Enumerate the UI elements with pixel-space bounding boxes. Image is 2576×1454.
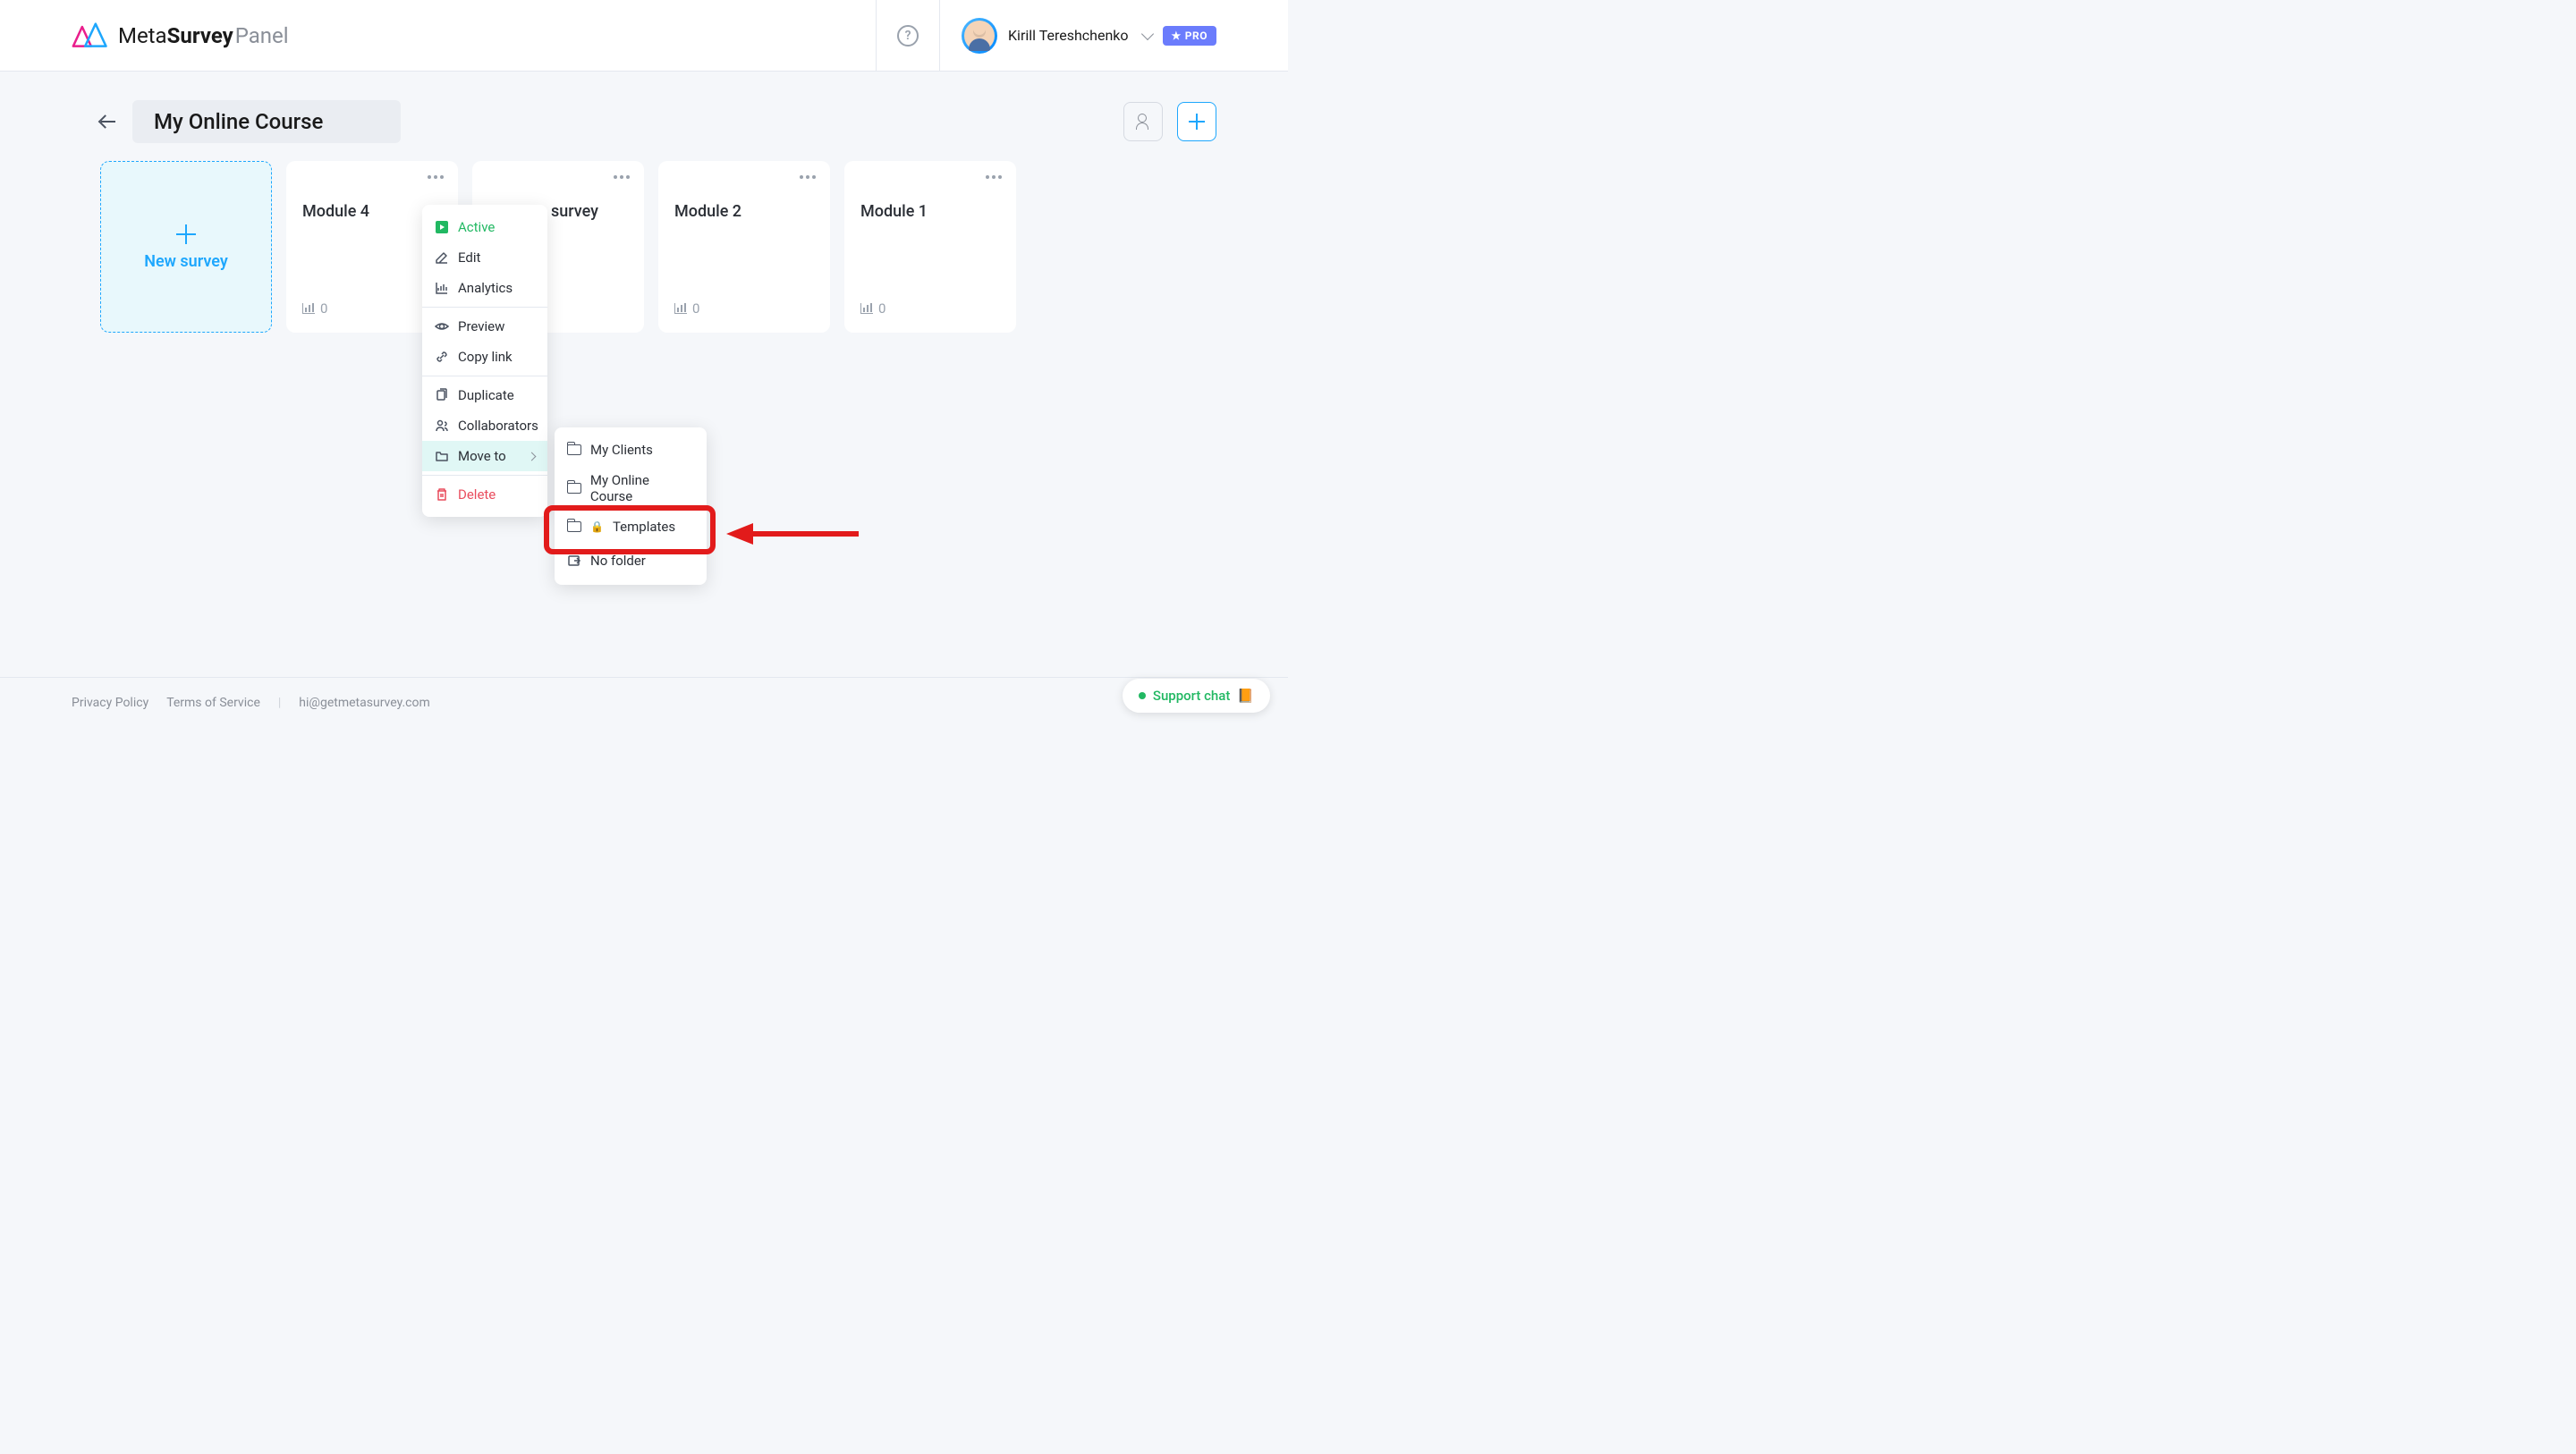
collaborators-button[interactable] bbox=[1123, 102, 1163, 141]
footer-terms[interactable]: Terms of Service bbox=[166, 696, 260, 710]
card-title: Module 4 bbox=[302, 202, 442, 221]
play-icon bbox=[435, 220, 449, 234]
plus-icon bbox=[1189, 114, 1205, 130]
eye-icon bbox=[435, 319, 449, 334]
submenu-folder-my-online-course[interactable]: My Online Course bbox=[555, 465, 707, 511]
menu-active[interactable]: Active bbox=[422, 212, 547, 242]
menu-copy-link[interactable]: Copy link bbox=[422, 342, 547, 372]
plus-icon bbox=[175, 224, 197, 245]
menu-edit[interactable]: Edit bbox=[422, 242, 547, 273]
card-menu-button[interactable] bbox=[800, 175, 816, 179]
footer-separator: | bbox=[278, 696, 281, 710]
link-icon bbox=[435, 350, 449, 364]
card-menu-button[interactable] bbox=[614, 175, 630, 179]
menu-analytics[interactable]: Analytics bbox=[422, 273, 547, 303]
new-survey-label: New survey bbox=[144, 252, 228, 271]
chart-icon bbox=[302, 303, 315, 314]
submenu-folder-my-clients[interactable]: My Clients bbox=[555, 435, 707, 465]
chevron-down-icon bbox=[1140, 27, 1153, 39]
footer-email[interactable]: hi@getmetasurvey.com bbox=[299, 696, 429, 710]
support-chat-button[interactable]: Support chat 📙 bbox=[1123, 679, 1270, 713]
no-folder-icon bbox=[567, 554, 581, 568]
menu-separator bbox=[422, 307, 547, 308]
book-icon: 📙 bbox=[1237, 688, 1254, 704]
move-to-submenu: My Clients My Online Course 🔒 Templates … bbox=[555, 427, 707, 585]
menu-duplicate[interactable]: Duplicate bbox=[422, 380, 547, 410]
toolbar: My Online Course bbox=[0, 72, 1288, 161]
submenu-no-folder[interactable]: No folder bbox=[555, 542, 707, 585]
avatar bbox=[962, 18, 997, 54]
folder-icon bbox=[567, 521, 581, 532]
new-survey-card[interactable]: New survey bbox=[100, 161, 272, 333]
help-icon: ? bbox=[897, 25, 919, 46]
menu-move-to[interactable]: Move to bbox=[422, 441, 547, 471]
add-button[interactable] bbox=[1177, 102, 1216, 141]
menu-collaborators[interactable]: Collaborators bbox=[422, 410, 547, 441]
chart-icon bbox=[674, 303, 687, 314]
menu-separator bbox=[422, 475, 547, 476]
card-count: 0 bbox=[320, 300, 327, 317]
menu-preview[interactable]: Preview bbox=[422, 311, 547, 342]
card-footer: 0 bbox=[860, 300, 1000, 317]
card-menu-button[interactable] bbox=[428, 175, 444, 179]
card-footer: 0 bbox=[674, 300, 814, 317]
card-menu-button[interactable] bbox=[986, 175, 1002, 179]
logo-icon bbox=[72, 22, 109, 49]
submenu-folder-templates[interactable]: 🔒 Templates bbox=[555, 511, 707, 542]
survey-card[interactable]: Module 2 0 bbox=[658, 161, 830, 333]
help-button[interactable]: ? bbox=[876, 0, 940, 72]
status-dot-icon bbox=[1139, 692, 1146, 699]
user-menu[interactable]: Kirill Tereshchenko ★ PRO bbox=[940, 18, 1216, 54]
footer: Privacy Policy Terms of Service | hi@get… bbox=[0, 677, 1288, 727]
annotation-arrow bbox=[726, 522, 860, 545]
logo[interactable]: MetaSurveyPanel bbox=[72, 22, 289, 49]
survey-cards: New survey Module 4 0 survey Module 2 0 … bbox=[0, 161, 1288, 333]
menu-delete[interactable]: Delete bbox=[422, 479, 547, 510]
collaborators-icon bbox=[1134, 114, 1152, 130]
chart-icon bbox=[860, 303, 873, 314]
star-icon: ★ bbox=[1172, 30, 1182, 42]
card-dropdown-menu: Active Edit Analytics Preview Copy link … bbox=[422, 205, 547, 517]
card-count: 0 bbox=[692, 300, 699, 317]
survey-card[interactable]: Module 1 0 bbox=[844, 161, 1016, 333]
footer-privacy[interactable]: Privacy Policy bbox=[72, 696, 148, 710]
folder-icon bbox=[567, 483, 581, 494]
logo-text: MetaSurveyPanel bbox=[118, 23, 289, 48]
card-title: Module 1 bbox=[860, 202, 1000, 221]
pro-badge: ★ PRO bbox=[1163, 26, 1216, 46]
duplicate-icon bbox=[435, 388, 449, 402]
edit-icon bbox=[435, 250, 449, 265]
card-title: Module 2 bbox=[674, 202, 814, 221]
folder-icon bbox=[567, 444, 581, 455]
folder-icon bbox=[435, 449, 449, 463]
back-button[interactable] bbox=[100, 115, 118, 128]
user-name: Kirill Tereshchenko bbox=[1008, 27, 1129, 44]
card-count: 0 bbox=[878, 300, 886, 317]
card-footer: 0 bbox=[302, 300, 442, 317]
folder-title[interactable]: My Online Course bbox=[132, 100, 401, 143]
trash-icon bbox=[435, 487, 449, 502]
app-header: MetaSurveyPanel ? Kirill Tereshchenko ★ … bbox=[0, 0, 1288, 72]
lock-icon: 🔒 bbox=[590, 520, 604, 533]
chevron-right-icon bbox=[528, 452, 537, 461]
collaborators-icon bbox=[435, 418, 449, 433]
analytics-icon bbox=[435, 281, 449, 295]
